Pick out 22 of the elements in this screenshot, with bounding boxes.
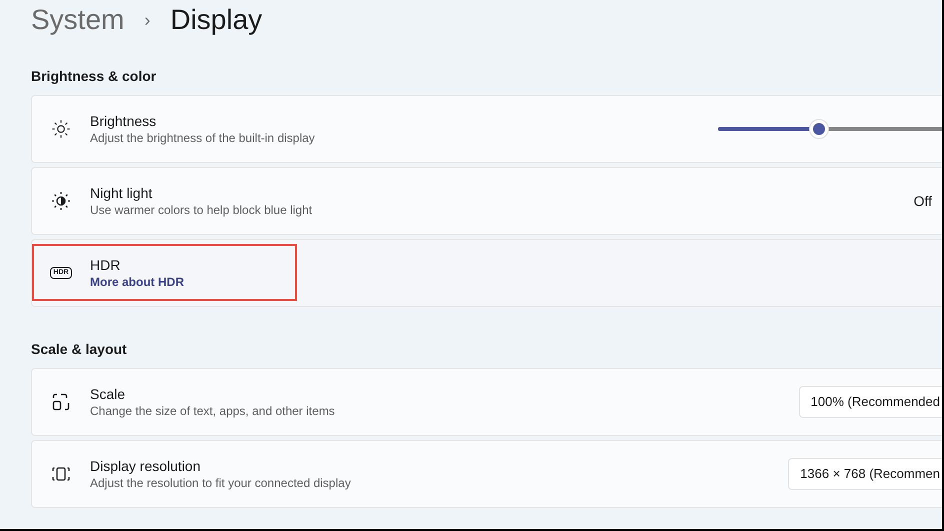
dropdown[interactable]: 100% (Recommended xyxy=(798,386,942,418)
setting-description: Adjust the brightness of the built-in display xyxy=(90,130,316,146)
breadcrumb-parent[interactable]: System xyxy=(31,0,124,41)
setting-description: Adjust the resolution to fit your connected display xyxy=(90,475,352,491)
setting-title: Brightness xyxy=(90,112,158,130)
dropdown[interactable]: 1366 × 768 (Recommen xyxy=(788,458,942,490)
status-text: Off xyxy=(914,192,932,210)
setting-title: Night light xyxy=(90,184,154,202)
setting-title: Display resolution xyxy=(90,457,202,475)
setting-description: Use warmer colors to help block blue light xyxy=(90,202,314,218)
brightness-slider[interactable] xyxy=(718,119,942,139)
night-light-icon xyxy=(51,191,71,211)
sun-icon xyxy=(51,119,71,139)
learn-more-link[interactable]: More about HDR xyxy=(90,274,184,290)
setting-title: Scale xyxy=(90,385,126,403)
section-header: Scale & layout xyxy=(31,340,127,359)
setting-description: Change the size of text, apps, and other items xyxy=(90,403,336,419)
page-title: Display xyxy=(170,3,262,37)
section-header: Brightness & color xyxy=(31,67,156,86)
setting-title: HDR xyxy=(90,256,122,274)
breadcrumb-separator: › xyxy=(144,8,150,32)
scale-icon xyxy=(51,392,71,412)
